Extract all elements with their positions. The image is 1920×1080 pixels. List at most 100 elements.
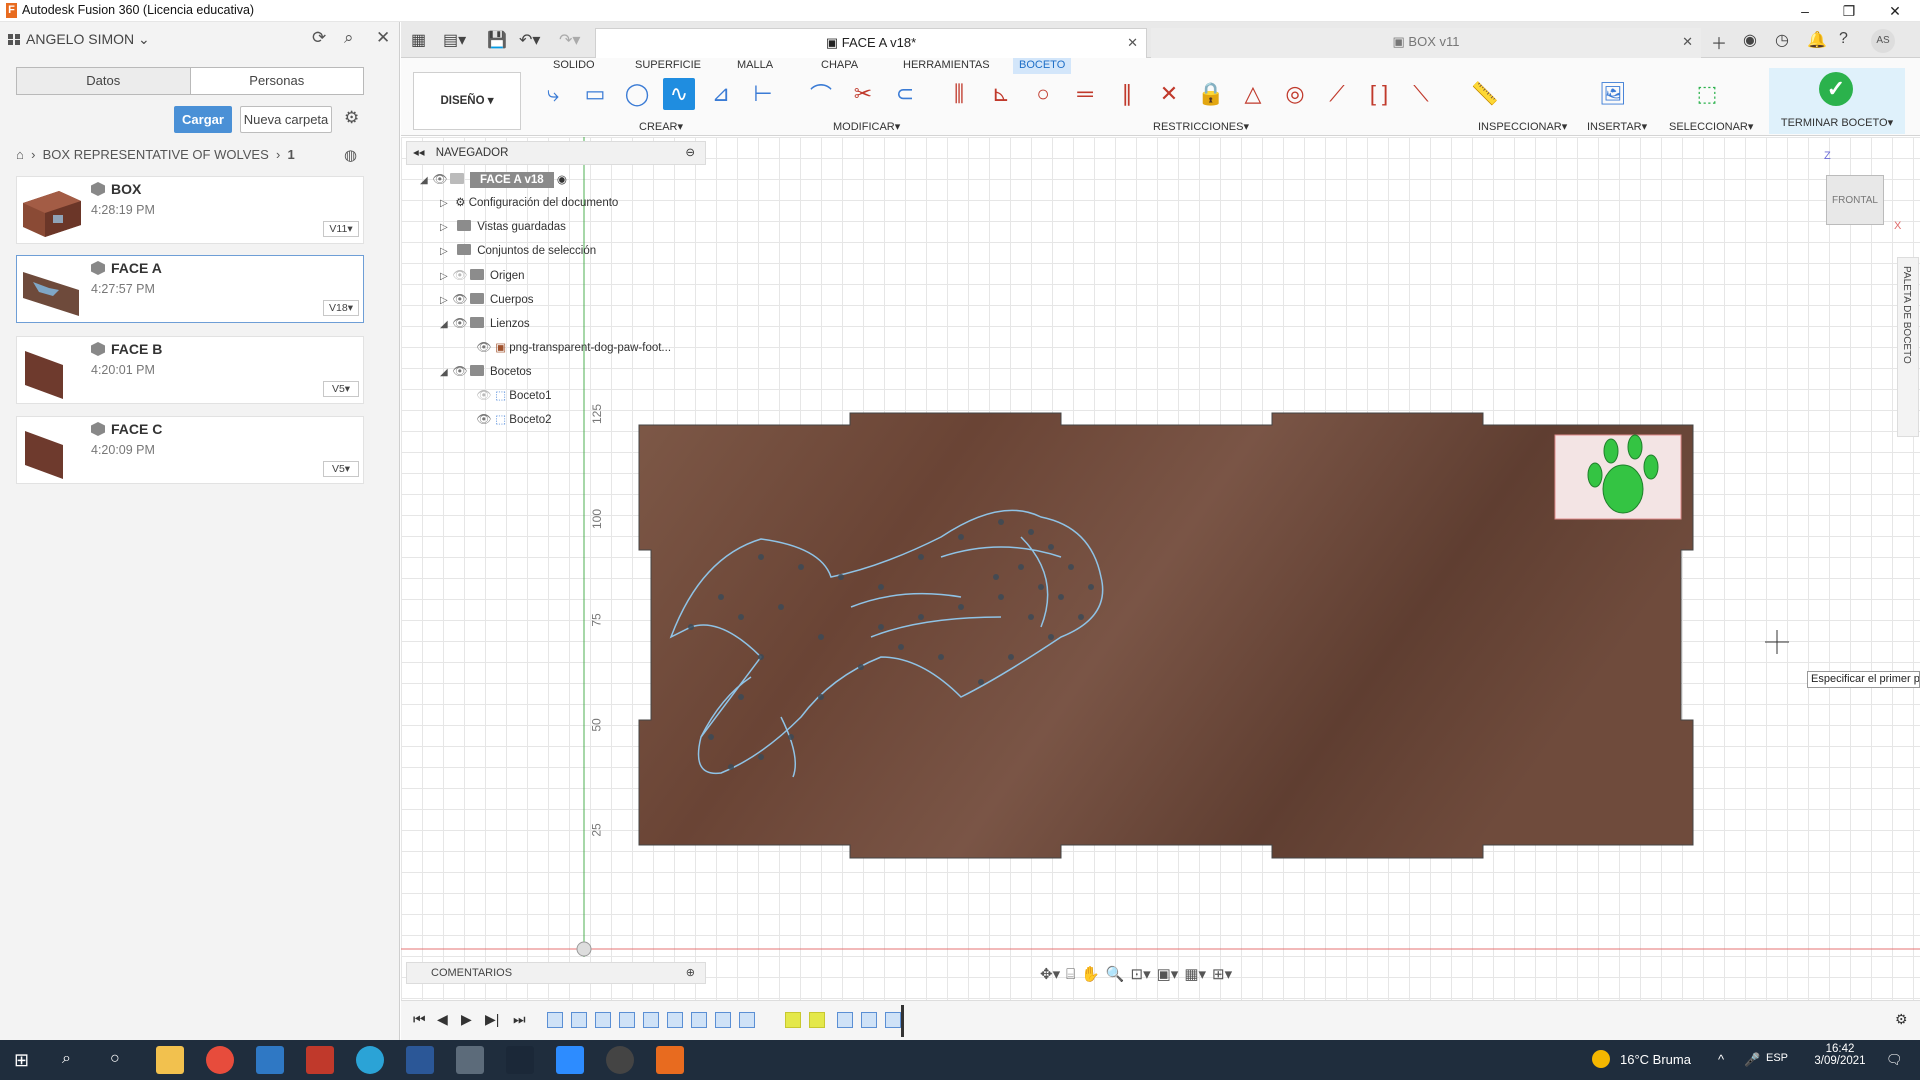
add-comment-icon[interactable]: ⊕ (686, 963, 695, 983)
create-group-label[interactable]: CREAR▾ (639, 120, 683, 133)
rectangle-tool-icon[interactable]: ▭ (579, 78, 611, 110)
midpoint-constraint-icon[interactable]: ⟋ (1321, 78, 1353, 110)
tab-face-a[interactable]: ▣ FACE A v18* ✕ (595, 28, 1147, 58)
notification-center-icon[interactable]: 🗨 (1886, 1052, 1903, 1068)
timeline-feature[interactable] (667, 1012, 683, 1028)
comments-panel[interactable]: COMENTARIOS ⊕ (406, 962, 706, 984)
collapse-triangle-icon[interactable]: ◢ (440, 362, 452, 384)
version-badge[interactable]: V5▾ (323, 461, 359, 477)
nav-item[interactable]: ▷ Vistas guardadas (440, 216, 566, 238)
offset-tool-icon[interactable]: ⊂ (889, 78, 921, 110)
close-window-button[interactable]: ✕ (1872, 0, 1918, 22)
timeline-feature-selected[interactable] (785, 1012, 801, 1028)
steam-icon[interactable] (506, 1046, 534, 1074)
nav-item[interactable]: 👁 ⬚ Boceto1 (476, 384, 551, 406)
breadcrumb-project[interactable]: BOX REPRESENTATIVE OF WOLVES (43, 147, 269, 162)
upload-button[interactable]: Cargar (174, 106, 232, 133)
home-icon[interactable]: ⌂ (16, 147, 24, 162)
step-forward-icon[interactable]: ▶| (485, 1011, 499, 1028)
weather-text[interactable]: 16°C Bruma (1620, 1052, 1691, 1067)
go-to-start-icon[interactable]: ⏮ (413, 1011, 426, 1028)
horizontal-constraint-icon[interactable]: ⫼ (943, 78, 975, 110)
insert-group-label[interactable]: INSERTAR▾ (1587, 120, 1647, 133)
tangent-constraint-icon[interactable]: ○ (1027, 78, 1059, 110)
word-icon[interactable] (406, 1046, 434, 1074)
timeline-feature[interactable] (643, 1012, 659, 1028)
timeline-feature[interactable] (571, 1012, 587, 1028)
breadcrumb-folder[interactable]: 1 (288, 147, 295, 162)
navigator-header[interactable]: ◂◂ NAVEGADOR ⊖ (406, 141, 706, 165)
orbit-icon[interactable]: ✥▾ (1040, 965, 1060, 983)
measure-icon[interactable]: 📏 (1469, 78, 1501, 110)
nav-item[interactable]: ▷ Conjuntos de selección (440, 240, 596, 262)
obs-icon[interactable] (606, 1046, 634, 1074)
tab-datos[interactable]: Datos (17, 68, 191, 94)
weather-icon[interactable] (1592, 1050, 1610, 1068)
timeline-feature[interactable] (547, 1012, 563, 1028)
tab-superficie[interactable]: SUPERFICIE (635, 58, 701, 74)
store-icon[interactable] (456, 1046, 484, 1074)
close-panel-icon[interactable]: ✕ (376, 28, 390, 48)
constraints-group-label[interactable]: RESTRICCIONES▾ (1153, 120, 1249, 133)
timeline-feature[interactable] (619, 1012, 635, 1028)
file-explorer-icon[interactable] (156, 1046, 184, 1074)
tab-boceto[interactable]: BOCETO (1013, 58, 1072, 74)
trim-tool-icon[interactable]: ✂ (847, 78, 879, 110)
fusion-taskbar-icon[interactable] (656, 1046, 684, 1074)
cortana-icon[interactable]: ○ (110, 1050, 120, 1068)
step-back-icon[interactable]: ◀ (437, 1011, 448, 1028)
collapse-triangle-icon[interactable]: ◢ (420, 170, 432, 192)
file-card-face-b[interactable]: FACE B 4:20:01 PM V5▾ (16, 336, 364, 404)
grid-settings-icon[interactable]: ▦▾ (1184, 965, 1206, 983)
circle-tool-icon[interactable]: ◯ (621, 78, 653, 110)
nav-item[interactable]: 👁 ▣ png-transparent-dog-paw-foot... (476, 336, 671, 358)
eye-hidden-icon[interactable]: 👁 (476, 384, 492, 406)
save-icon[interactable]: 💾 (487, 30, 507, 50)
expand-triangle-icon[interactable]: ▷ (440, 290, 452, 312)
line-tool-icon[interactable]: ⤷ (537, 78, 569, 110)
apps-grid-icon[interactable]: ▦ (411, 30, 426, 50)
spline-tool-icon[interactable]: ∿ (663, 78, 695, 110)
nav-item[interactable]: ◢ 👁 Lienzos (440, 312, 530, 334)
eye-icon[interactable]: 👁 (476, 408, 492, 430)
nav-item[interactable]: ▷ 👁 Origen (440, 264, 525, 286)
concentric-constraint-icon[interactable]: ◎ (1279, 78, 1311, 110)
version-badge[interactable]: V5▾ (323, 381, 359, 397)
user-menu[interactable]: ANGELO SIMON ⌄ (8, 31, 150, 48)
eye-icon[interactable]: 👁 (452, 360, 468, 382)
close-tab-icon[interactable]: ✕ (1127, 29, 1138, 57)
tab-malla[interactable]: MALLA (737, 58, 773, 74)
eye-icon[interactable]: 👁 (476, 336, 492, 358)
notifications-icon[interactable]: 🔔 (1807, 30, 1827, 50)
job-status-icon[interactable]: ◷ (1775, 30, 1789, 50)
dimension-tool-icon[interactable]: ⊢ (747, 78, 779, 110)
tab-box[interactable]: ▣ BOX v11 ✕ (1151, 28, 1701, 58)
collapse-icon[interactable]: ◂◂ (413, 147, 425, 159)
tab-solido[interactable]: SOLIDO (553, 58, 595, 74)
timeline-marker[interactable] (901, 1005, 904, 1037)
display-settings-icon[interactable]: ▣▾ (1157, 965, 1179, 983)
help-icon[interactable]: ? (1839, 30, 1848, 48)
nav-item[interactable]: 👁 ⬚ Boceto2 (476, 408, 551, 430)
look-at-icon[interactable]: ⌸ (1066, 966, 1075, 983)
tray-chevron-icon[interactable]: ^ (1718, 1052, 1724, 1067)
timeline-feature[interactable] (715, 1012, 731, 1028)
minimize-button[interactable]: – (1782, 0, 1828, 22)
nav-root[interactable]: ◢ 👁 FACE A v18 ◉ (420, 168, 567, 190)
tab-chapa[interactable]: CHAPA (821, 58, 858, 74)
go-to-end-icon[interactable]: ⏭ (513, 1011, 526, 1028)
expand-triangle-icon[interactable]: ▷ (440, 217, 452, 239)
inspect-group-label[interactable]: INSPECCIONAR▾ (1478, 120, 1567, 133)
timeline-feature[interactable] (861, 1012, 877, 1028)
design-workspace-button[interactable]: DISEÑO ▾ (413, 72, 521, 130)
language-indicator[interactable]: ESP (1766, 1052, 1788, 1064)
select-window-icon[interactable]: ⬚ (1691, 78, 1723, 110)
zoom-icon[interactable]: 🔍 (1106, 965, 1125, 983)
pin-icon[interactable]: ⊖ (685, 142, 695, 164)
nav-item[interactable]: ◢ 👁 Bocetos (440, 360, 532, 382)
expand-triangle-icon[interactable]: ▷ (440, 241, 452, 263)
acrobat-icon[interactable] (306, 1046, 334, 1074)
nav-item[interactable]: ▷ 👁 Cuerpos (440, 288, 533, 310)
collapse-triangle-icon[interactable]: ◢ (440, 314, 452, 336)
eye-icon[interactable]: 👁 (432, 168, 448, 190)
